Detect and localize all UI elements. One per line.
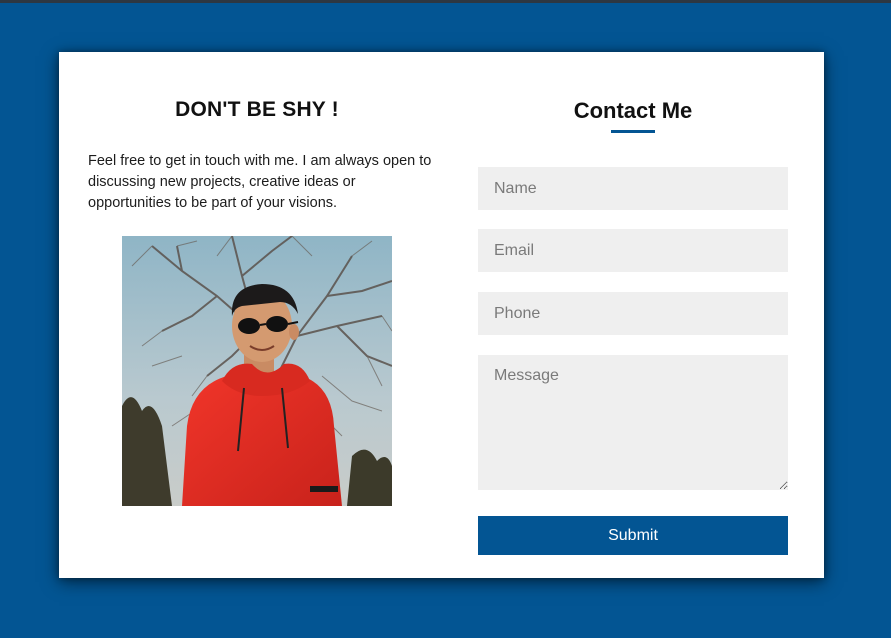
window-top-bar (0, 0, 891, 3)
contact-heading: Contact Me (573, 98, 693, 123)
email-input[interactable] (478, 229, 788, 272)
message-textarea[interactable] (478, 355, 788, 490)
heading-underline (611, 130, 655, 133)
profile-photo (122, 236, 392, 506)
submit-button[interactable]: Submit (478, 516, 788, 555)
contact-card: DON'T BE SHY ! Feel free to get in touch… (59, 52, 824, 578)
intro-text: Feel free to get in touch with me. I am … (88, 153, 432, 211)
left-heading: DON'T BE SHY ! (175, 98, 339, 121)
name-input[interactable] (478, 167, 788, 210)
portrait-photo-icon (122, 236, 392, 506)
phone-input[interactable] (478, 292, 788, 335)
